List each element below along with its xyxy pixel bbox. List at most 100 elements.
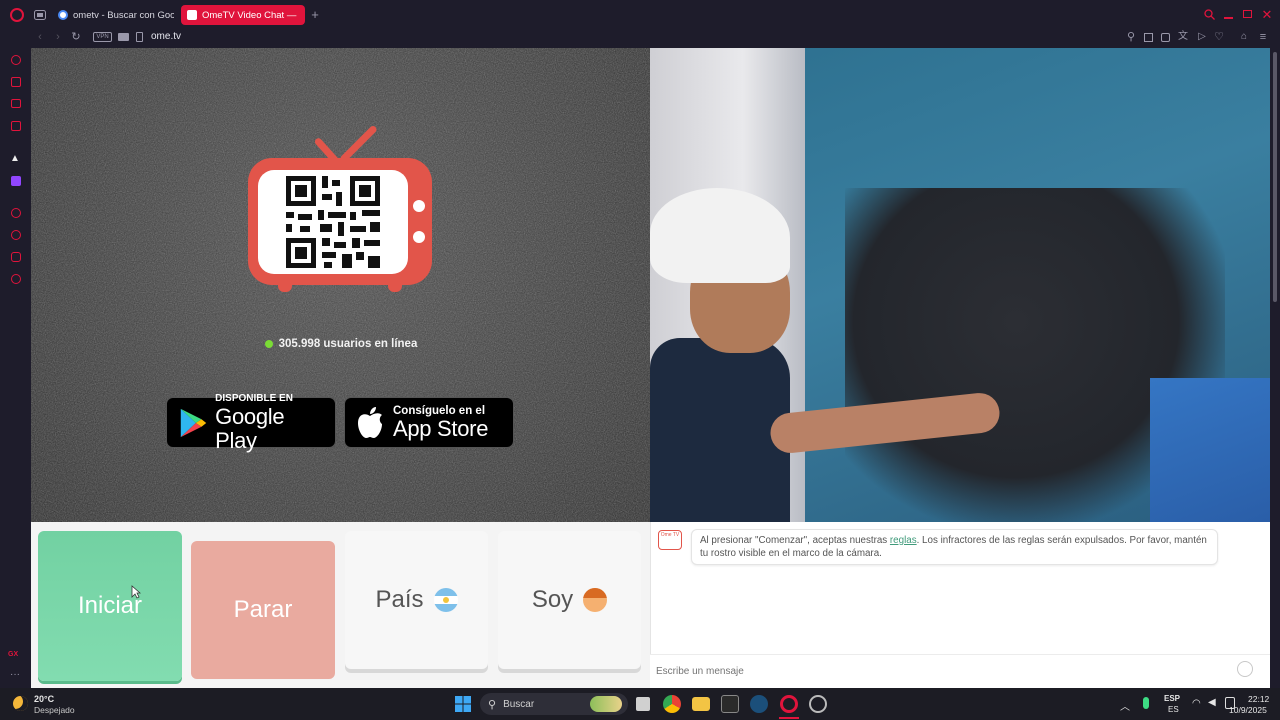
minimize-icon[interactable] bbox=[1224, 17, 1233, 19]
local-video-panel: 305.998 usuarios en línea DISPONIBLE EN … bbox=[31, 48, 650, 522]
new-tab-button[interactable]: + bbox=[309, 8, 321, 21]
ometv-favicon-icon bbox=[187, 10, 197, 20]
opera-logo-icon[interactable] bbox=[10, 8, 24, 22]
easy-setup-icon[interactable]: ≡ bbox=[1257, 31, 1269, 43]
apple-icon bbox=[358, 406, 382, 438]
close-icon[interactable]: ✕ bbox=[1261, 8, 1273, 21]
epic-games-icon[interactable] bbox=[721, 695, 739, 713]
tab-label: OmeTV Video Chat — bbox=[202, 9, 297, 21]
clock-date[interactable]: 10/9/2025 bbox=[1229, 705, 1267, 715]
opera-gx-icon[interactable] bbox=[780, 695, 798, 713]
show-hidden-icons[interactable]: ︿ bbox=[1120, 698, 1130, 713]
search-icon: ⚲ bbox=[488, 698, 497, 711]
volume-icon[interactable]: ◀ bbox=[1208, 697, 1216, 708]
country-filter-button[interactable]: País bbox=[345, 531, 488, 669]
gender-filter-button[interactable]: Soy bbox=[498, 531, 641, 669]
translate-icon[interactable]: 文 bbox=[1177, 31, 1189, 43]
reload-icon[interactable]: ↻ bbox=[70, 31, 82, 43]
language-bottom[interactable]: ES bbox=[1168, 705, 1179, 714]
search-tabs-icon[interactable] bbox=[1203, 8, 1215, 20]
system-message-text-start: Al presionar "Comenzar", aceptas nuestra… bbox=[700, 535, 890, 546]
weather-temp[interactable]: 20°C bbox=[34, 694, 54, 704]
weather-moon-icon[interactable] bbox=[13, 696, 28, 711]
online-users-counter: 305.998 usuarios en línea bbox=[261, 335, 421, 353]
sidebar-history-icon[interactable] bbox=[11, 230, 21, 240]
remote-video-blue-blanket bbox=[1150, 378, 1270, 522]
search-label: Buscar bbox=[503, 698, 535, 710]
maximize-icon[interactable] bbox=[1243, 10, 1252, 18]
tv-knob-bottom bbox=[413, 231, 425, 243]
player-icon[interactable]: ▷ bbox=[1196, 31, 1208, 43]
sidebar-twitch-icon[interactable] bbox=[11, 176, 21, 186]
forward-icon[interactable]: › bbox=[53, 31, 63, 43]
sidebar-speed-dial-icon[interactable] bbox=[11, 55, 21, 65]
steam-icon[interactable] bbox=[750, 695, 768, 713]
pin-icon[interactable]: ⚲ bbox=[1125, 31, 1137, 43]
app-store-big-text: App Store bbox=[393, 415, 489, 441]
file-explorer-icon[interactable] bbox=[692, 697, 710, 711]
app-store-button[interactable]: Consíguelo en el App Store bbox=[344, 397, 514, 448]
chat-message-input[interactable] bbox=[656, 661, 1226, 681]
chrome-icon[interactable] bbox=[663, 695, 681, 713]
sidebar-player-icon[interactable] bbox=[11, 208, 21, 218]
sidebar-extensions-icon[interactable] bbox=[11, 252, 21, 262]
tv-knob-top bbox=[413, 200, 425, 212]
sidebar-gx-label[interactable]: GX bbox=[8, 651, 24, 661]
taskbar-search-box[interactable]: ⚲ Buscar bbox=[480, 693, 628, 715]
wifi-icon[interactable]: ◠ bbox=[1192, 698, 1201, 709]
argentina-flag-icon bbox=[433, 588, 458, 612]
lock-icon[interactable] bbox=[136, 32, 143, 42]
camera-icon[interactable] bbox=[118, 33, 129, 41]
opera-icon[interactable] bbox=[809, 695, 827, 713]
weather-desc[interactable]: Despejado bbox=[34, 705, 75, 715]
windows-taskbar: 20°C Despejado ⚲ Buscar ︿ ESP ES ◠ ◀ 22:… bbox=[0, 688, 1280, 720]
tab-ometv[interactable]: OmeTV Video Chat — bbox=[181, 5, 305, 25]
back-icon[interactable]: ‹ bbox=[35, 31, 45, 43]
ometv-page: 305.998 usuarios en línea DISPONIBLE EN … bbox=[31, 48, 1270, 688]
stop-button[interactable]: Parar bbox=[191, 541, 335, 679]
sidebar: ▲ GX ··· bbox=[0, 48, 31, 688]
language-top[interactable]: ESP bbox=[1164, 694, 1180, 703]
country-label: País bbox=[375, 586, 424, 613]
app-store-small-text: Consíguelo en el bbox=[393, 404, 486, 417]
qr-code[interactable] bbox=[258, 170, 408, 274]
sidebar-messenger-icon[interactable] bbox=[11, 99, 21, 108]
mouse-cursor-icon bbox=[131, 585, 142, 599]
sidebar-aria-icon[interactable]: ▲ bbox=[10, 154, 22, 164]
start-menu-icon[interactable] bbox=[455, 696, 471, 712]
remote-video-panel bbox=[650, 48, 1270, 522]
tab-google-search[interactable]: ometv - Buscar con Goog bbox=[52, 5, 174, 25]
sidebar-gx-corner-icon[interactable] bbox=[11, 77, 21, 87]
static-noise-texture bbox=[31, 48, 650, 522]
vpn-badge[interactable]: VPN bbox=[93, 32, 112, 42]
account-icon[interactable]: ⌂ bbox=[1238, 31, 1250, 43]
sidebar-news-icon[interactable] bbox=[11, 121, 21, 131]
scrollbar-thumb[interactable] bbox=[1273, 52, 1277, 302]
task-view-icon[interactable] bbox=[636, 697, 650, 711]
rules-link[interactable]: reglas bbox=[890, 535, 917, 546]
favorite-icon[interactable]: ♡ bbox=[1213, 31, 1225, 43]
remote-video-person-shirt bbox=[650, 338, 790, 522]
chat-input-bar bbox=[650, 654, 1270, 688]
start-button[interactable]: Iniciar bbox=[38, 531, 182, 681]
boy-emoji-icon bbox=[583, 588, 608, 612]
microphone-icon[interactable] bbox=[1143, 697, 1149, 709]
url-field[interactable]: ome.tv bbox=[151, 30, 181, 44]
emoji-icon[interactable] bbox=[1237, 661, 1253, 677]
google-play-button[interactable]: DISPONIBLE EN Google Play bbox=[166, 393, 336, 452]
google-play-small-text: DISPONIBLE EN bbox=[215, 392, 293, 404]
address-bar: ‹ › ↻ VPN ome.tv ⚲ 文 ▷ ♡ ⌂ ≡ bbox=[0, 29, 1280, 48]
clock-time[interactable]: 22:12 bbox=[1248, 694, 1269, 704]
search-highlight-image bbox=[590, 696, 622, 712]
snapshot-icon[interactable] bbox=[1144, 33, 1153, 42]
remote-video-person-cap bbox=[650, 188, 790, 283]
sidebar-settings-icon[interactable] bbox=[11, 274, 21, 284]
google-play-icon bbox=[180, 408, 207, 437]
adblock-icon[interactable] bbox=[1161, 33, 1170, 42]
ometv-bot-avatar: Ome TV bbox=[658, 530, 682, 550]
google-play-big-text: Google Play bbox=[215, 403, 285, 453]
sidebar-more-icon[interactable]: ··· bbox=[10, 670, 22, 682]
tab-label: ometv - Buscar con Goog bbox=[73, 9, 174, 21]
tab-bar: ometv - Buscar con Goog OmeTV Video Chat… bbox=[0, 0, 1280, 29]
tab-menu-icon[interactable] bbox=[33, 9, 47, 21]
